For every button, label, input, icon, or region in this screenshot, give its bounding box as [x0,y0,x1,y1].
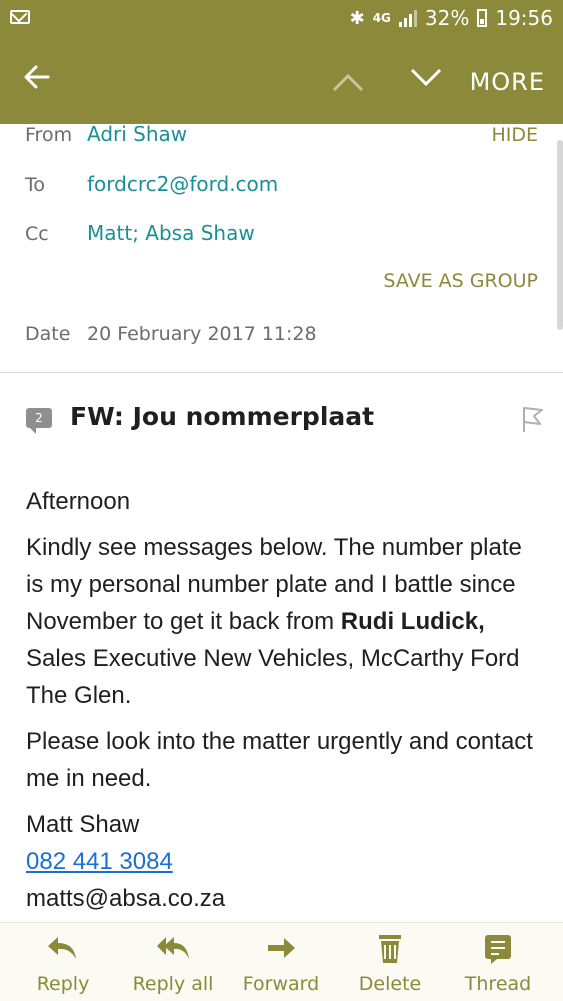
battery-icon [477,9,488,27]
more-button[interactable]: MORE [470,68,545,96]
battery-percent: 32% [424,6,470,30]
save-as-group-button[interactable]: SAVE AS GROUP [383,270,538,292]
date-label: Date [25,323,71,345]
next-email-icon[interactable] [408,58,444,94]
greeting: Afternoon [26,488,131,515]
forward-arrow-icon [264,933,298,963]
name-bold: Rudi Ludick, [340,608,485,635]
signature-phone-link[interactable]: 082 441 3084 [26,848,173,875]
paragraph-1: Kindly see messages below. The number pl… [26,534,522,709]
thread-icon [481,933,515,964]
reply-all-icon [156,933,190,963]
paragraph-2: Please look into the matter urgently and… [26,728,533,792]
date-value: 20 February 2017 11:28 [87,323,317,345]
header-divider [0,372,563,373]
scrollbar[interactable] [557,140,563,330]
flag-icon[interactable] [520,404,546,434]
status-bar: ✱ 4G 32% 19:56 [0,0,563,38]
bottom-action-bar: Reply Reply all Forward Delete Thread [0,922,563,1001]
delete-button[interactable]: Delete [335,923,445,1001]
signal-icon [398,9,417,27]
toolbar: MORE [0,38,563,124]
bluetooth-icon: ✱ [349,7,365,29]
back-arrow-icon[interactable] [22,62,52,98]
status-icons: ✱ 4G 32% 19:56 [350,6,553,30]
hide-details-button[interactable]: HIDE [491,124,538,146]
to-label: To [25,174,46,196]
previous-email-icon[interactable] [330,64,366,100]
cc-recipients[interactable]: Matt; Absa Shaw [87,221,255,245]
network-type: 4G [372,11,391,25]
reply-button[interactable]: Reply [8,923,118,1001]
signature-email[interactable]: matts@absa.co.za [26,880,541,917]
clock: 19:56 [495,6,553,30]
thread-count-badge: 2 [26,408,52,434]
email-header: From Adri Shaw HIDE To fordcrc2@ford.com… [0,122,563,374]
reply-icon [46,933,80,963]
thread-button[interactable]: Thread [443,923,553,1001]
from-label: From [25,124,73,146]
email-subject: FW: Jou nommerplaat [70,402,375,431]
mail-notification-icon [10,10,30,24]
cc-label: Cc [25,223,49,245]
subject-row: 2 FW: Jou nommerplaat [26,402,546,442]
signature-name: Matt Shaw [26,811,140,838]
from-sender[interactable]: Adri Shaw [87,122,187,146]
email-body: Afternoon Kindly see messages below. The… [26,483,541,917]
forward-button[interactable]: Forward [226,923,336,1001]
to-recipient[interactable]: fordcrc2@ford.com [87,172,278,196]
reply-all-button[interactable]: Reply all [118,923,228,1001]
trash-icon [373,933,407,963]
